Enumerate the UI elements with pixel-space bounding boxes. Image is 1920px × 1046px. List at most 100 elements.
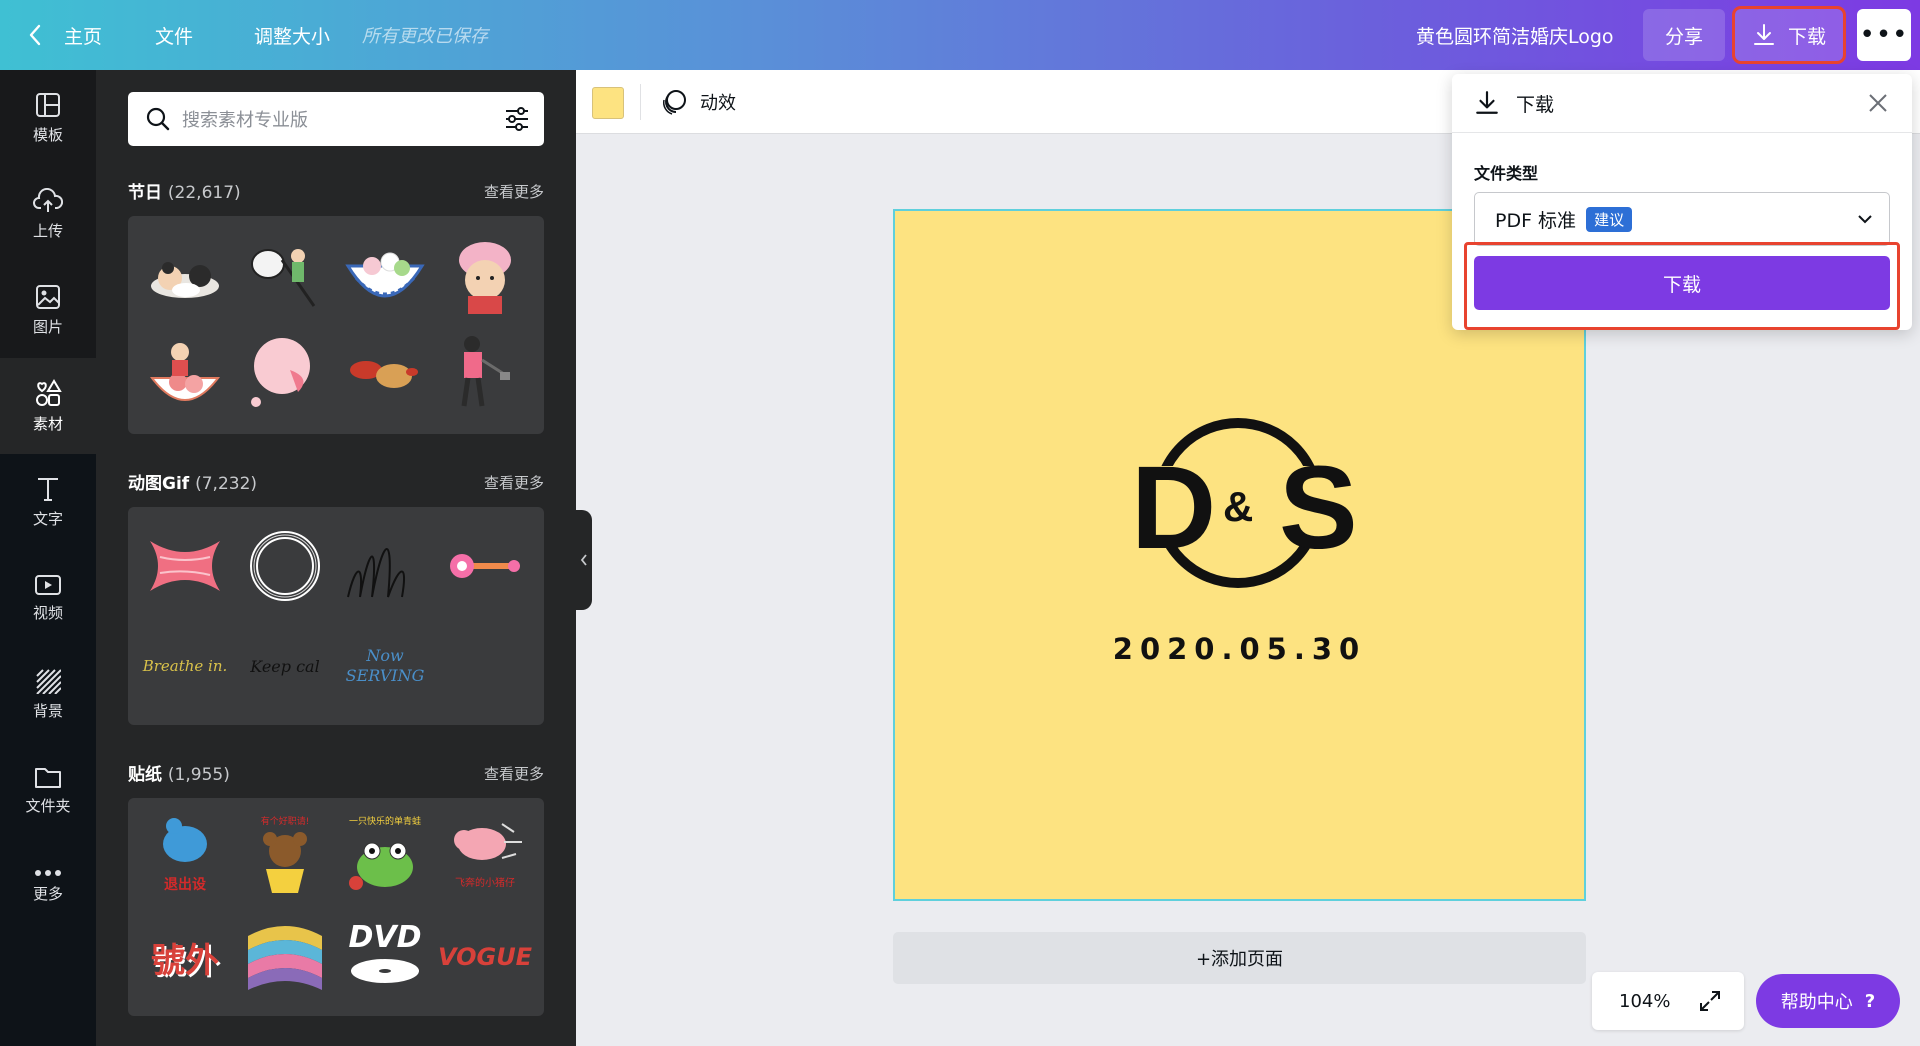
- help-label: 帮助中心: [1780, 992, 1853, 1013]
- template-icon: [36, 92, 60, 117]
- nav-item-text[interactable]: 文字: [0, 454, 96, 550]
- download-panel: 下载 文件类型 PDF 标准 建议 下载: [1452, 74, 1912, 330]
- thumbnail[interactable]: [142, 330, 228, 416]
- logo-graphic[interactable]: D & S: [1115, 416, 1365, 591]
- folder-icon: [35, 767, 61, 788]
- thumbnail[interactable]: [442, 330, 528, 416]
- thumbnail[interactable]: [142, 230, 228, 316]
- nav-item-more[interactable]: 更多: [0, 838, 96, 934]
- thumbnail[interactable]: 一只快乐的单青蛙: [342, 814, 428, 900]
- share-button[interactable]: 分享: [1643, 9, 1725, 61]
- holiday-tiles: [128, 216, 544, 434]
- design-title[interactable]: 黄色圆环简洁婚庆Logo: [1416, 0, 1614, 70]
- thumbnail[interactable]: 有个好职请!: [242, 814, 328, 900]
- nav-item-elements[interactable]: 素材: [0, 358, 96, 454]
- top-bar: 主页 文件 调整大小 所有更改已保存 黄色圆环简洁婚庆Logo 分享 下载 ••…: [0, 0, 1920, 70]
- background-icon: [36, 668, 61, 694]
- nav-item-backgrounds[interactable]: 背景: [0, 646, 96, 742]
- section-title-gif: 动图Gif (7,232): [128, 474, 258, 494]
- elements-icon: [36, 378, 62, 406]
- elements-panel: 搜索素材专业版 节日 (22,617) 查看更多 动图Gif (7,232) 查…: [96, 70, 576, 1046]
- thumbnail[interactable]: 飞奔的小猪仔: [442, 814, 528, 900]
- video-icon: [35, 574, 61, 595]
- search-icon: [146, 107, 170, 131]
- question-icon: ?: [1864, 990, 1876, 1012]
- upload-icon: [33, 187, 63, 212]
- see-more-holiday[interactable]: 查看更多: [484, 181, 544, 202]
- file-type-select[interactable]: PDF 标准 建议: [1474, 192, 1890, 246]
- toolbar-divider: [640, 84, 641, 120]
- gif-tiles: Breathe in. Keep cal Now SERVING: [128, 507, 544, 725]
- nav-item-photos[interactable]: 图片: [0, 262, 96, 358]
- thumbnail[interactable]: [342, 523, 428, 609]
- see-more-gif[interactable]: 查看更多: [484, 472, 544, 493]
- see-more-stickers[interactable]: 查看更多: [484, 763, 544, 784]
- download-button[interactable]: 下载: [1732, 6, 1846, 64]
- thumbnail[interactable]: [242, 523, 328, 609]
- search-box[interactable]: 搜索素材专业版: [128, 92, 544, 146]
- thumbnail[interactable]: Breathe in.: [142, 623, 228, 709]
- more-icon: [35, 869, 61, 876]
- background-color-swatch[interactable]: [592, 87, 624, 119]
- sticker-tiles: 退出设 有个好职请! 一只快乐的单青蛙 飞奔的小猪仔 號外 DVD VOGUE: [128, 798, 544, 1016]
- file-type-value: PDF 标准: [1495, 209, 1577, 232]
- download-button-label: 下载: [1787, 25, 1826, 48]
- nav-item-uploads[interactable]: 上传: [0, 166, 96, 262]
- recommended-badge: 建议: [1586, 206, 1633, 232]
- download-panel-header: 下载: [1474, 74, 1554, 132]
- more-options-button[interactable]: •••: [1857, 9, 1911, 61]
- thumbnail[interactable]: [442, 623, 528, 709]
- thumbnail[interactable]: 退出设: [142, 814, 228, 900]
- download-panel-title: 下载: [1516, 93, 1555, 116]
- thumbnail[interactable]: DVD: [342, 914, 428, 1000]
- home-link[interactable]: 主页: [28, 0, 102, 70]
- thumbnail[interactable]: [242, 914, 328, 1000]
- panel-collapse-handle[interactable]: [576, 510, 592, 610]
- thumbnail[interactable]: [342, 230, 428, 316]
- logo-letter-d: D: [1131, 442, 1216, 574]
- animate-icon: [662, 90, 686, 115]
- text-icon: [38, 477, 58, 501]
- logo-ampersand: &: [1223, 483, 1253, 530]
- thumbnail[interactable]: VOGUE: [438, 914, 532, 1000]
- confirm-download-button[interactable]: 下载: [1474, 256, 1890, 310]
- zoom-control: 104%: [1592, 972, 1744, 1030]
- filter-icon[interactable]: [504, 107, 530, 131]
- nav-item-videos[interactable]: 视频: [0, 550, 96, 646]
- thumbnail[interactable]: [442, 230, 528, 316]
- wedding-date[interactable]: 2020.05.30: [895, 632, 1584, 666]
- chevron-down-icon: [1858, 215, 1872, 224]
- save-status: 所有更改已保存: [362, 26, 488, 47]
- thumbnail[interactable]: [242, 330, 328, 416]
- resize-menu[interactable]: 调整大小: [254, 0, 330, 70]
- thumbnail[interactable]: [342, 330, 428, 416]
- section-title-holiday: 节日 (22,617): [128, 183, 241, 203]
- home-label: 主页: [64, 25, 103, 48]
- nav-item-folders[interactable]: 文件夹: [0, 742, 96, 838]
- thumbnail[interactable]: Keep cal: [242, 623, 328, 709]
- chevron-left-icon: [29, 24, 41, 46]
- thumbnail[interactable]: Now SERVING: [342, 623, 428, 709]
- left-nav: 模板 上传 图片 素材 文字 视频 背景 文件夹 更多: [0, 70, 96, 1046]
- fullscreen-icon[interactable]: [1698, 989, 1722, 1013]
- thumbnail[interactable]: 號外: [142, 914, 228, 1000]
- chevron-left-icon: [580, 554, 587, 566]
- thumbnail[interactable]: [142, 523, 228, 609]
- download-icon: [1476, 91, 1498, 114]
- search-input[interactable]: 搜索素材专业版: [182, 106, 504, 132]
- section-title-stickers: 贴纸 (1,955): [128, 765, 230, 785]
- thumbnail[interactable]: [442, 523, 528, 609]
- file-type-label: 文件类型: [1474, 164, 1539, 183]
- add-page-button[interactable]: +添加页面: [893, 932, 1586, 984]
- animate-button[interactable]: 动效: [660, 70, 736, 134]
- download-icon: [1753, 24, 1774, 45]
- thumbnail[interactable]: [242, 230, 328, 316]
- close-icon[interactable]: [1866, 91, 1890, 115]
- file-menu[interactable]: 文件: [155, 0, 193, 70]
- nav-item-templates[interactable]: 模板: [0, 70, 96, 166]
- help-center-button[interactable]: 帮助中心 ?: [1756, 974, 1900, 1028]
- logo-letter-s: S: [1279, 442, 1358, 574]
- image-icon: [36, 284, 60, 309]
- animate-label: 动效: [700, 93, 736, 114]
- zoom-level[interactable]: 104%: [1619, 991, 1670, 1012]
